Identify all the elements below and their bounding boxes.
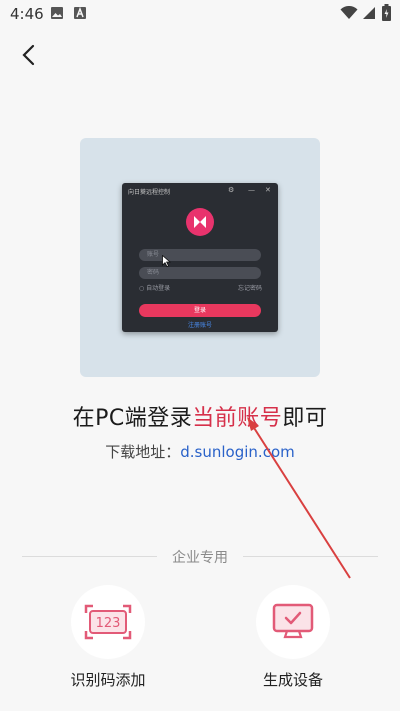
account-field: 账号 [139, 249, 261, 261]
forgot-password-link: 忘记密码 [238, 285, 263, 292]
close-icon: ✕ [265, 186, 271, 194]
back-button[interactable] [14, 40, 44, 70]
mouse-cursor-icon [162, 255, 171, 267]
current-account-highlight: 当前账号 [192, 406, 283, 431]
generate-device-button[interactable] [256, 585, 330, 659]
password-field: 密码 [139, 267, 261, 279]
window-login-button: 登录 [139, 304, 261, 317]
window-title: 向日葵远程控制 [128, 189, 171, 196]
download-link[interactable]: d.sunlogin.com [180, 443, 294, 461]
sunlogin-logo [186, 208, 214, 236]
auto-login-option: ○ 自动登录 [139, 285, 171, 292]
enterprise-section-label: 企业专用 [172, 550, 228, 566]
id-code-digits: 123 [96, 616, 121, 631]
status-time: 4:46 [10, 5, 44, 23]
download-label: 下载地址： [105, 443, 181, 461]
desktop-login-window: 向日葵远程控制 ⚙ — ✕ 账号 密码 ○ 自动登录 忘记密码 登录 注册账号 [122, 183, 278, 332]
download-address: 下载地址：d.sunlogin.com [0, 441, 400, 462]
gear-icon: ⚙ [228, 186, 235, 194]
signal-icon [363, 7, 375, 19]
chevron-left-icon [22, 44, 35, 66]
id-code-icon: 123 [84, 604, 132, 640]
id-code-add-label: 识别码添加 [70, 671, 146, 689]
register-link: 注册账号 [187, 322, 212, 329]
generate-device-label: 生成设备 [262, 671, 323, 689]
minimize-icon: — [248, 186, 255, 194]
battery-icon [382, 4, 391, 21]
id-code-add-button[interactable]: 123 [71, 585, 145, 659]
status-bar: 4:46 [0, 0, 400, 28]
wifi-icon [340, 6, 358, 19]
a-letter-icon [74, 6, 86, 19]
monitor-check-icon [272, 603, 314, 639]
instruction-headline: 在PC端登录当前账号即可 [72, 406, 328, 431]
image-icon [51, 7, 63, 19]
pc-login-illustration: 向日葵远程控制 ⚙ — ✕ 账号 密码 ○ 自动登录 忘记密码 登录 注册账号 [80, 138, 320, 377]
